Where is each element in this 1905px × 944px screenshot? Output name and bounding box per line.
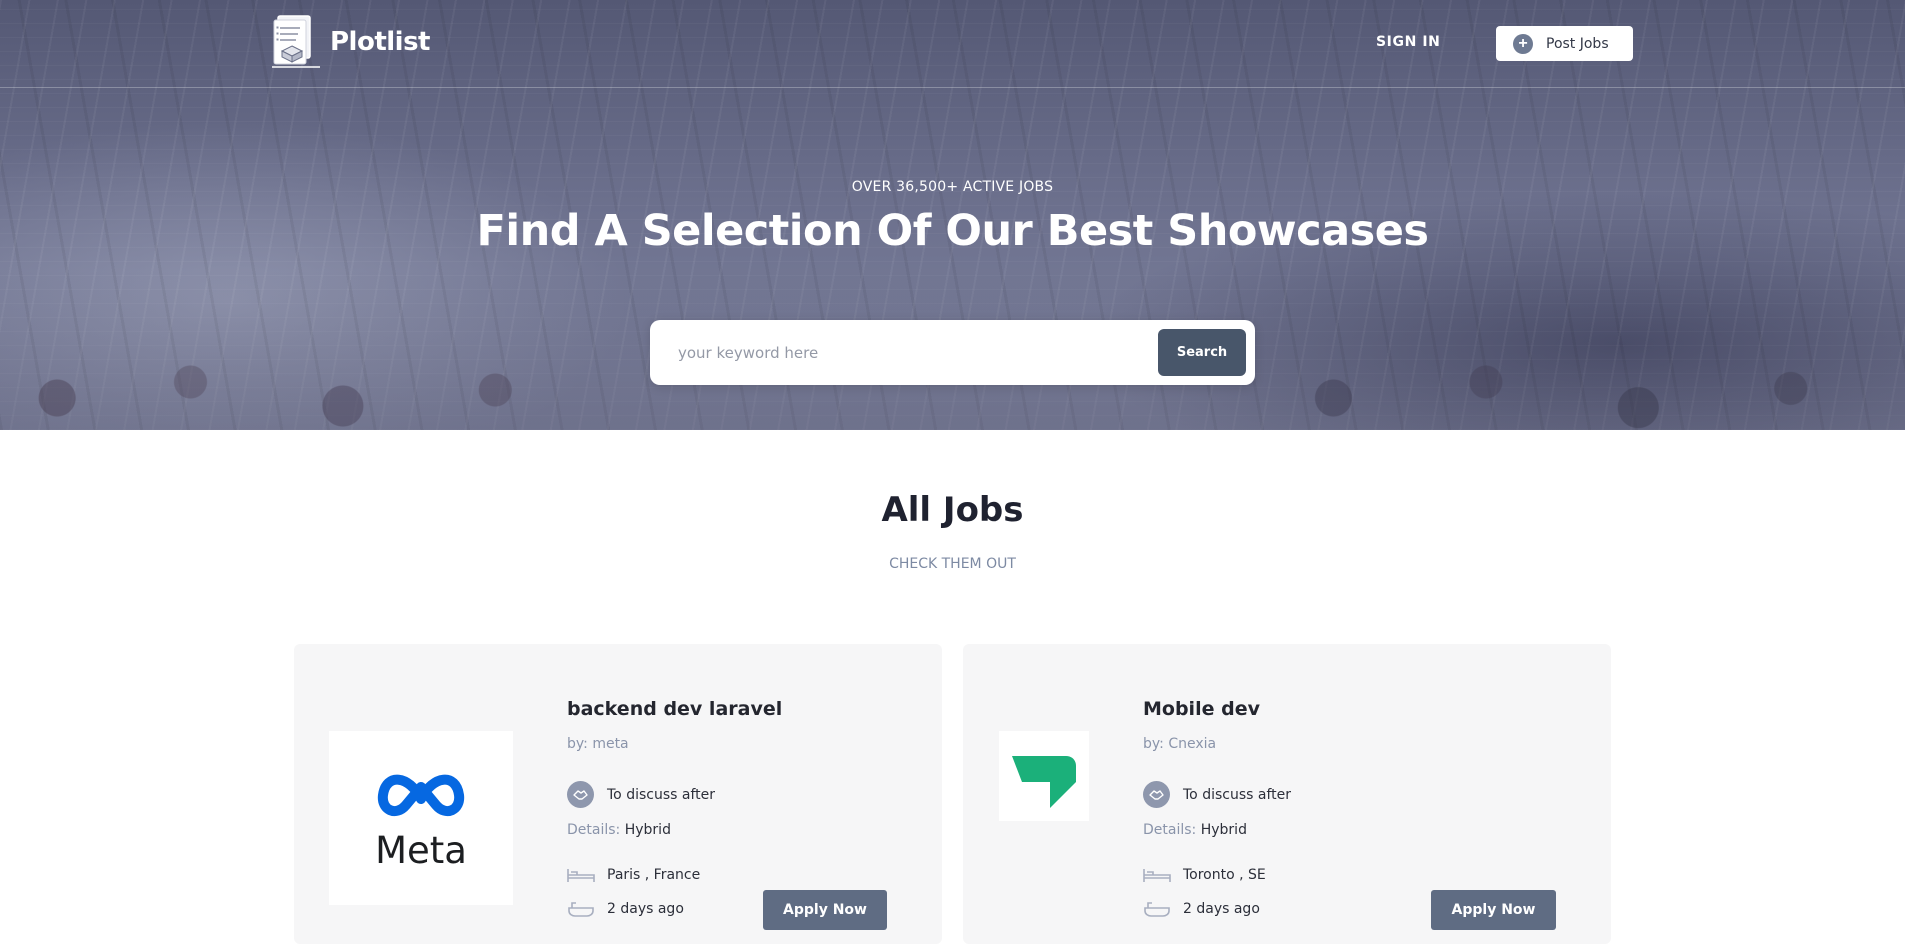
job-title[interactable]: Mobile dev	[1143, 698, 1260, 720]
site-logo[interactable]: Plotlist	[272, 14, 431, 70]
job-location-text: Toronto , SE	[1183, 867, 1266, 883]
section-subtitle: CHECK THEM OUT	[889, 556, 1016, 572]
job-company: by: Cnexia	[1143, 736, 1217, 752]
brand-name: Plotlist	[330, 27, 431, 57]
bathtub-icon	[1143, 901, 1171, 917]
job-posted: 2 days ago	[567, 901, 684, 917]
job-card: Mobile dev by: Cnexia To discuss after D…	[963, 644, 1611, 944]
job-posted: 2 days ago	[1143, 901, 1260, 917]
search-input[interactable]	[678, 320, 1138, 385]
job-posted-text: 2 days ago	[607, 901, 684, 917]
job-details: Details: Hybrid	[1143, 822, 1247, 838]
handshake-icon	[567, 781, 594, 808]
apply-now-button[interactable]: Apply Now	[763, 890, 887, 930]
job-location: Paris , France	[567, 867, 700, 883]
job-location-text: Paris , France	[607, 867, 701, 883]
job-salary-text: To discuss after	[1183, 786, 1291, 803]
search-button[interactable]: Search	[1158, 329, 1246, 376]
apply-now-button[interactable]: Apply Now	[1431, 890, 1556, 930]
job-salary: To discuss after	[1143, 781, 1291, 808]
job-details: Details: Hybrid	[567, 822, 671, 838]
sign-in-link[interactable]: SIGN IN	[1376, 34, 1441, 50]
hero-title: Find A Selection Of Our Best Showcases	[476, 206, 1429, 256]
meta-logo-icon: Meta	[375, 774, 467, 871]
cnexia-logo-icon	[1012, 756, 1076, 808]
job-posted-text: 2 days ago	[1183, 901, 1260, 917]
job-salary: To discuss after	[567, 781, 715, 808]
nav-divider	[0, 87, 1905, 88]
post-jobs-button[interactable]: + Post Jobs	[1496, 26, 1633, 61]
plus-circle-icon: +	[1513, 33, 1533, 54]
post-jobs-label: Post Jobs	[1546, 35, 1609, 52]
meta-logo-text: Meta	[375, 829, 467, 871]
job-details-label: Details:	[567, 822, 621, 838]
job-details-value: Hybrid	[624, 822, 671, 838]
bed-icon	[567, 867, 595, 883]
bathtub-icon	[567, 901, 595, 917]
job-details-label: Details:	[1143, 822, 1197, 838]
hero-kicker: OVER 36,500+ ACTIVE JOBS	[851, 179, 1054, 195]
handshake-icon	[1143, 781, 1170, 808]
job-company: by: meta	[567, 736, 629, 752]
job-details-value: Hybrid	[1200, 822, 1247, 838]
company-logo-cnexia	[999, 731, 1089, 821]
job-location: Toronto , SE	[1143, 867, 1266, 883]
company-logo-meta: Meta	[329, 731, 513, 905]
search-bar: Search	[650, 320, 1255, 385]
job-salary-text: To discuss after	[607, 786, 715, 803]
document-stack-icon	[272, 14, 322, 70]
bed-icon	[1143, 867, 1171, 883]
job-title[interactable]: backend dev laravel	[567, 698, 782, 720]
job-card: Meta backend dev laravel by: meta To dis…	[294, 644, 942, 944]
section-title: All Jobs	[881, 490, 1024, 530]
